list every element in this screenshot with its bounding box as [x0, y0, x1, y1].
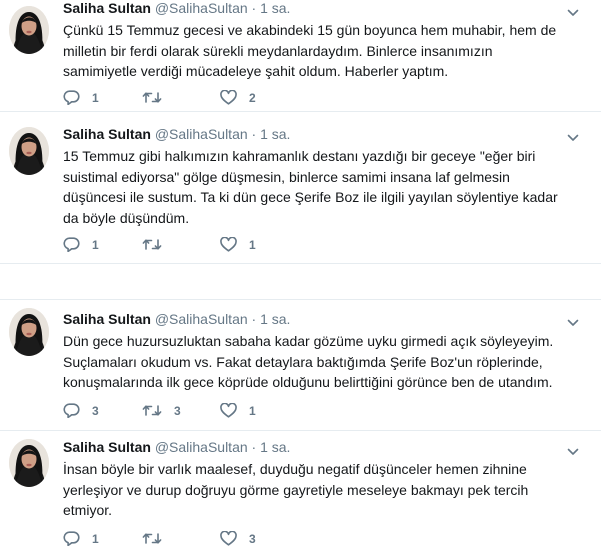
like-button[interactable]: 1 [220, 237, 256, 252]
tweet-timestamp[interactable]: 1 sa. [260, 439, 290, 455]
tweet-separator [0, 111, 601, 112]
author-handle[interactable]: @SalihaSultan [155, 0, 248, 16]
like-count: 1 [249, 237, 256, 252]
retweet-count: 3 [174, 403, 181, 418]
reply-count: 1 [92, 237, 99, 252]
separator-dot: · [251, 0, 257, 16]
reply-button[interactable]: 1 [63, 531, 99, 546]
chevron-down-icon[interactable] [567, 315, 579, 326]
tweet-text-line: düşüncesi ile sustum. Ta ki dün gece Şer… [63, 189, 558, 205]
retweet-icon [142, 237, 162, 252]
reply-count: 1 [92, 531, 99, 546]
tweet-text-line: konuşmalarında ilk gece köprüde olduğunu… [63, 374, 553, 390]
like-count: 3 [249, 531, 256, 546]
reply-button[interactable]: 1 [63, 237, 99, 252]
tweet-text-line: İnsan böyle bir varlık maalesef, duyduğu… [63, 461, 527, 477]
like-icon [220, 90, 237, 105]
reply-icon [63, 531, 80, 546]
chevron-down-icon[interactable] [567, 444, 579, 455]
author-name[interactable]: Saliha Sultan [63, 311, 151, 327]
avatar[interactable] [9, 439, 49, 487]
separator-dot: · [251, 439, 257, 455]
reply-icon [63, 403, 80, 418]
chevron-down-icon[interactable] [567, 130, 579, 141]
tweet-actions: 11 [63, 237, 363, 255]
tweet-text-line: etmiyor. [63, 502, 113, 518]
retweet-button[interactable] [142, 90, 174, 105]
author-name[interactable]: Saliha Sultan [63, 0, 151, 16]
retweet-icon [142, 90, 162, 105]
like-icon [220, 403, 237, 418]
tweet-text-line: Suçlamaları okudum vs. Fakat detaylara b… [63, 353, 543, 370]
tweet-timestamp[interactable]: 1 sa. [260, 0, 290, 16]
tweet-header: Saliha Sultan @SalihaSultan · 1 sa. [63, 126, 290, 143]
tweet-text: Çünkü 15 Temmuz gecesi ve akabindeki 15 … [63, 20, 578, 82]
tweet-separator [0, 263, 601, 264]
tweet-text-line: da böyle düşündüm. [63, 209, 190, 226]
like-count: 1 [249, 403, 256, 418]
author-name[interactable]: Saliha Sultan [63, 439, 151, 455]
tweet-text-line: yerleşiyor ve durup doğruyu görme gayret… [63, 481, 529, 498]
tweet-header: Saliha Sultan @SalihaSultan · 1 sa. [63, 311, 290, 328]
tweet-timestamp[interactable]: 1 sa. [260, 311, 290, 327]
like-icon [220, 531, 237, 546]
reply-icon [63, 90, 80, 105]
reply-count: 1 [92, 90, 99, 105]
tweet-text: Dün gece huzursuzluktan sabaha kadar göz… [63, 331, 578, 393]
reply-button[interactable]: 1 [63, 90, 99, 105]
tweet-header: Saliha Sultan @SalihaSultan · 1 sa. [63, 439, 290, 456]
like-count: 2 [249, 90, 256, 105]
tweet-actions: 13 [63, 531, 363, 549]
author-handle[interactable]: @SalihaSultan [155, 311, 248, 327]
separator-dot: · [251, 126, 257, 142]
tweet-text-line: milletin bir ferdi olarak sürekli meydan… [63, 42, 493, 59]
tweet-actions: 3 3 1 [63, 403, 363, 421]
tweet-text-line: Çünkü 15 Temmuz gecesi ve akabindeki 15 … [63, 22, 557, 38]
avatar[interactable] [9, 308, 49, 356]
tweet-text-line: Dün gece huzursuzluktan sabaha kadar göz… [63, 333, 554, 349]
author-name[interactable]: Saliha Sultan [63, 126, 151, 142]
tweet-text: İnsan böyle bir varlık maalesef, duyduğu… [63, 459, 578, 521]
retweet-button[interactable]: 3 [142, 403, 181, 418]
like-button[interactable]: 2 [220, 90, 256, 105]
tweet-separator [0, 430, 601, 431]
like-icon [220, 237, 237, 252]
tweet-text-line: suistimal ediyorsa" gölge düşmesin, binl… [63, 168, 510, 185]
separator-dot: · [251, 311, 257, 327]
author-handle[interactable]: @SalihaSultan [155, 439, 248, 455]
tweet-header: Saliha Sultan @SalihaSultan · 1 sa. [63, 0, 290, 17]
avatar[interactable] [9, 6, 49, 54]
tweet-actions: 12 [63, 90, 363, 108]
retweet-icon [142, 531, 162, 546]
reply-icon [63, 237, 80, 252]
like-button[interactable]: 1 [220, 403, 256, 418]
tweet-text: 15 Temmuz gibi halkımızın kahramanlık de… [63, 146, 578, 228]
reply-button[interactable]: 3 [63, 403, 99, 418]
author-handle[interactable]: @SalihaSultan [155, 126, 248, 142]
retweet-button[interactable] [142, 237, 174, 252]
retweet-button[interactable] [142, 531, 174, 546]
tweet-text-line: samimiyetle verdiği mücadeleye şahit old… [63, 63, 449, 79]
tweet-timestamp[interactable]: 1 sa. [260, 126, 290, 142]
chevron-down-icon[interactable] [567, 5, 579, 16]
like-button[interactable]: 3 [220, 531, 256, 546]
tweet-separator [0, 299, 601, 300]
tweet-text-line: 15 Temmuz gibi halkımızın kahramanlık de… [63, 148, 536, 164]
avatar[interactable] [9, 127, 49, 175]
retweet-icon [142, 403, 162, 418]
reply-count: 3 [92, 403, 99, 418]
